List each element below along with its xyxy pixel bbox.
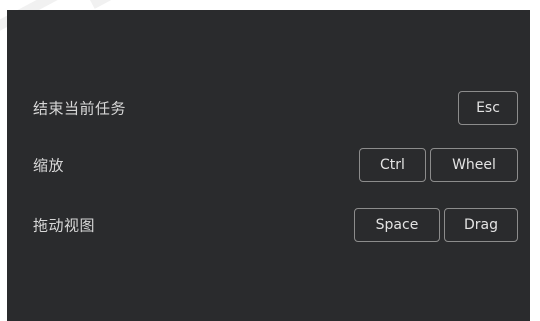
shortcut-label: 缩放 bbox=[33, 156, 65, 175]
key-esc: Esc bbox=[458, 91, 518, 125]
shortcut-row-zoom: 缩放 Ctrl Wheel bbox=[7, 147, 530, 183]
shortcut-help-panel: 结束当前任务 Esc 缩放 Ctrl Wheel 拖动视图 Space Drag bbox=[7, 10, 530, 321]
key-wheel: Wheel bbox=[430, 148, 518, 182]
shortcut-keys: Ctrl Wheel bbox=[359, 147, 518, 183]
shortcut-keys: Space Drag bbox=[354, 207, 518, 243]
shortcut-row-pan-view: 拖动视图 Space Drag bbox=[7, 207, 530, 243]
shortcut-label: 结束当前任务 bbox=[33, 99, 127, 118]
key-drag: Drag bbox=[444, 208, 518, 242]
key-space: Space bbox=[354, 208, 440, 242]
key-ctrl: Ctrl bbox=[359, 148, 426, 182]
background-watermark-stroke bbox=[90, 0, 175, 9]
shortcut-label: 拖动视图 bbox=[33, 216, 96, 235]
screen: 结束当前任务 Esc 缩放 Ctrl Wheel 拖动视图 Space Drag bbox=[0, 0, 540, 321]
shortcut-keys: Esc bbox=[458, 90, 518, 126]
shortcut-row-end-task: 结束当前任务 Esc bbox=[7, 90, 530, 126]
